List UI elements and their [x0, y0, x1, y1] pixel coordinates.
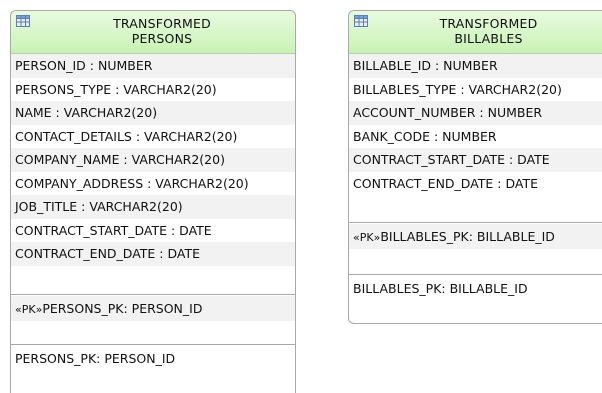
index-row[interactable]: PERSONS_PK: PERSON_ID [11, 346, 295, 371]
entity-title-line1: TRANSFORMED [113, 16, 211, 31]
pk-constraint-label: BILLABLES_PK: BILLABLE_ID [380, 229, 555, 244]
column-list: PERSON_ID : NUMBER PERSONS_TYPE : VARCHA… [11, 54, 295, 266]
column-row[interactable]: BILLABLES_TYPE : VARCHAR2(20) [349, 77, 602, 101]
entity-title-line2: BILLABLES [454, 31, 523, 46]
table-grid-icon [16, 15, 30, 27]
column-list: BILLABLE_ID : NUMBER BILLABLES_TYPE : VA… [349, 54, 602, 195]
column-row[interactable]: PERSON_ID : NUMBER [11, 54, 295, 78]
entity-header[interactable]: TRANSFORMED BILLABLES [349, 11, 602, 54]
pk-constraint-label: PERSONS_PK: PERSON_ID [42, 301, 203, 316]
column-row[interactable]: BILLABLE_ID : NUMBER [349, 54, 602, 78]
entity-header[interactable]: TRANSFORMED PERSONS [11, 11, 295, 54]
column-row[interactable]: CONTRACT_END_DATE : DATE [349, 171, 602, 195]
section-divider [349, 222, 602, 223]
column-row[interactable]: COMPANY_ADDRESS : VARCHAR2(20) [11, 171, 295, 195]
pk-constraint-row[interactable]: «PK»PERSONS_PK: PERSON_ID [11, 296, 295, 321]
entity-title-line1: TRANSFORMED [439, 16, 538, 31]
diagram-canvas: TRANSFORMED PERSONS PERSON_ID : NUMBER P… [0, 0, 602, 393]
section-divider [11, 294, 295, 295]
column-row[interactable]: ACCOUNT_NUMBER : NUMBER [349, 101, 602, 125]
column-row[interactable]: PERSONS_TYPE : VARCHAR2(20) [11, 77, 295, 101]
column-row[interactable]: NAME : VARCHAR2(20) [11, 101, 295, 125]
column-row[interactable]: BANK_CODE : NUMBER [349, 124, 602, 148]
column-row[interactable]: CONTACT_DETAILS : VARCHAR2(20) [11, 124, 295, 148]
entity-transformed-billables[interactable]: TRANSFORMED BILLABLES BILLABLE_ID : NUMB… [348, 10, 602, 324]
column-row[interactable]: CONTRACT_START_DATE : DATE [349, 148, 602, 172]
section-divider [11, 344, 295, 345]
section-divider [349, 274, 602, 275]
column-row[interactable]: COMPANY_NAME : VARCHAR2(20) [11, 148, 295, 172]
entity-transformed-persons[interactable]: TRANSFORMED PERSONS PERSON_ID : NUMBER P… [10, 10, 296, 393]
entity-title: TRANSFORMED BILLABLES [371, 16, 602, 46]
pk-marker: «PK» [15, 303, 43, 316]
column-row[interactable]: CONTRACT_START_DATE : DATE [11, 218, 295, 242]
entity-title-line2: PERSONS [131, 31, 193, 46]
pk-marker: «PK» [353, 231, 381, 244]
table-grid-icon [354, 15, 368, 27]
entity-title: TRANSFORMED PERSONS [33, 16, 291, 46]
pk-constraint-row[interactable]: «PK»BILLABLES_PK: BILLABLE_ID [349, 224, 602, 249]
column-row[interactable]: JOB_TITLE : VARCHAR2(20) [11, 195, 295, 219]
index-row[interactable]: BILLABLES_PK: BILLABLE_ID [349, 276, 602, 301]
column-row[interactable]: CONTRACT_END_DATE : DATE [11, 242, 295, 266]
